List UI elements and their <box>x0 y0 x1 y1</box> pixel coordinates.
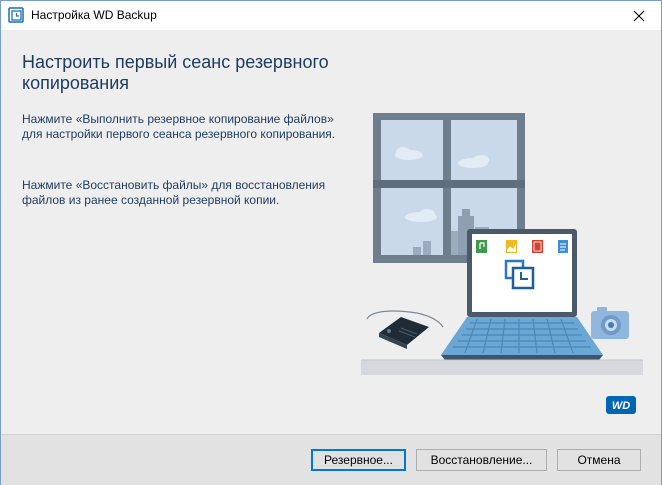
wd-logo: WD <box>606 396 636 414</box>
svg-text:WD: WD <box>612 400 630 412</box>
wd-backup-app-icon <box>8 7 24 23</box>
cancel-button[interactable]: Отмена <box>557 449 641 471</box>
close-button[interactable] <box>617 1 661 30</box>
backup-instruction: Нажмите «Выполнить резервное копирование… <box>22 112 336 141</box>
page-heading: Настроить первый сеанс резервного копиро… <box>22 52 329 93</box>
backup-button[interactable]: Резервное... <box>311 449 406 471</box>
external-drive <box>366 310 444 349</box>
content-area: Настроить первый сеанс резервного копиро… <box>1 30 661 434</box>
title-bar[interactable]: Настройка WD Backup <box>1 1 661 30</box>
wd-backup-setup-window: Настройка WD Backup Настроить первый сеа… <box>0 0 662 485</box>
restore-button[interactable]: Восстановление... <box>416 449 547 471</box>
window-title: Настройка WD Backup <box>31 8 157 22</box>
button-bar: Резервное... Восстановление... Отмена <box>1 434 661 485</box>
music-file-icon <box>476 240 487 253</box>
desk <box>361 360 643 375</box>
restore-instruction: Нажмите «Восстановить файлы» для восстан… <box>22 178 326 207</box>
backup-illustration <box>361 113 643 375</box>
close-icon <box>633 10 645 21</box>
camera <box>591 307 629 339</box>
